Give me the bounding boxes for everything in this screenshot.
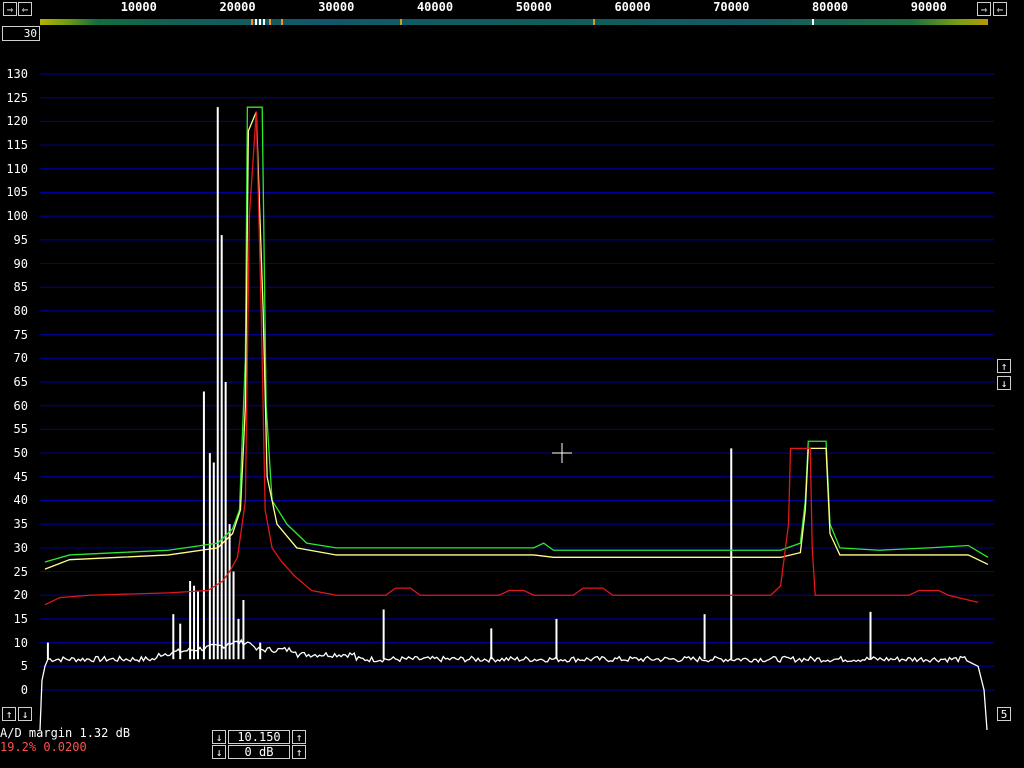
gain-up-arrow-icon[interactable]: ↑ — [997, 359, 1011, 373]
percent-status-text: 19.2% 0.0200 — [0, 740, 87, 754]
value2-down-arrow-icon[interactable]: ↓ — [212, 745, 226, 759]
value1-box[interactable]: 10.150 — [228, 730, 290, 744]
value1-up-arrow-icon[interactable]: ↑ — [292, 730, 306, 744]
value1-down-arrow-icon[interactable]: ↓ — [212, 730, 226, 744]
gain-down-arrow-icon[interactable]: ↓ — [997, 376, 1011, 390]
ad-margin-text: A/D margin 1.32 dB — [0, 726, 131, 740]
value2-up-arrow-icon[interactable]: ↑ — [292, 745, 306, 759]
spectrum-chart[interactable] — [0, 0, 1024, 768]
five-button[interactable]: 5 — [997, 707, 1011, 721]
zoom-up-arrow-icon[interactable]: ↑ — [2, 707, 16, 721]
noise-floor-line — [39, 638, 988, 731]
crosshair-cursor-icon — [552, 443, 572, 463]
value2-box[interactable]: 0 dB — [228, 745, 290, 759]
zoom-down-arrow-icon[interactable]: ↓ — [18, 707, 32, 721]
